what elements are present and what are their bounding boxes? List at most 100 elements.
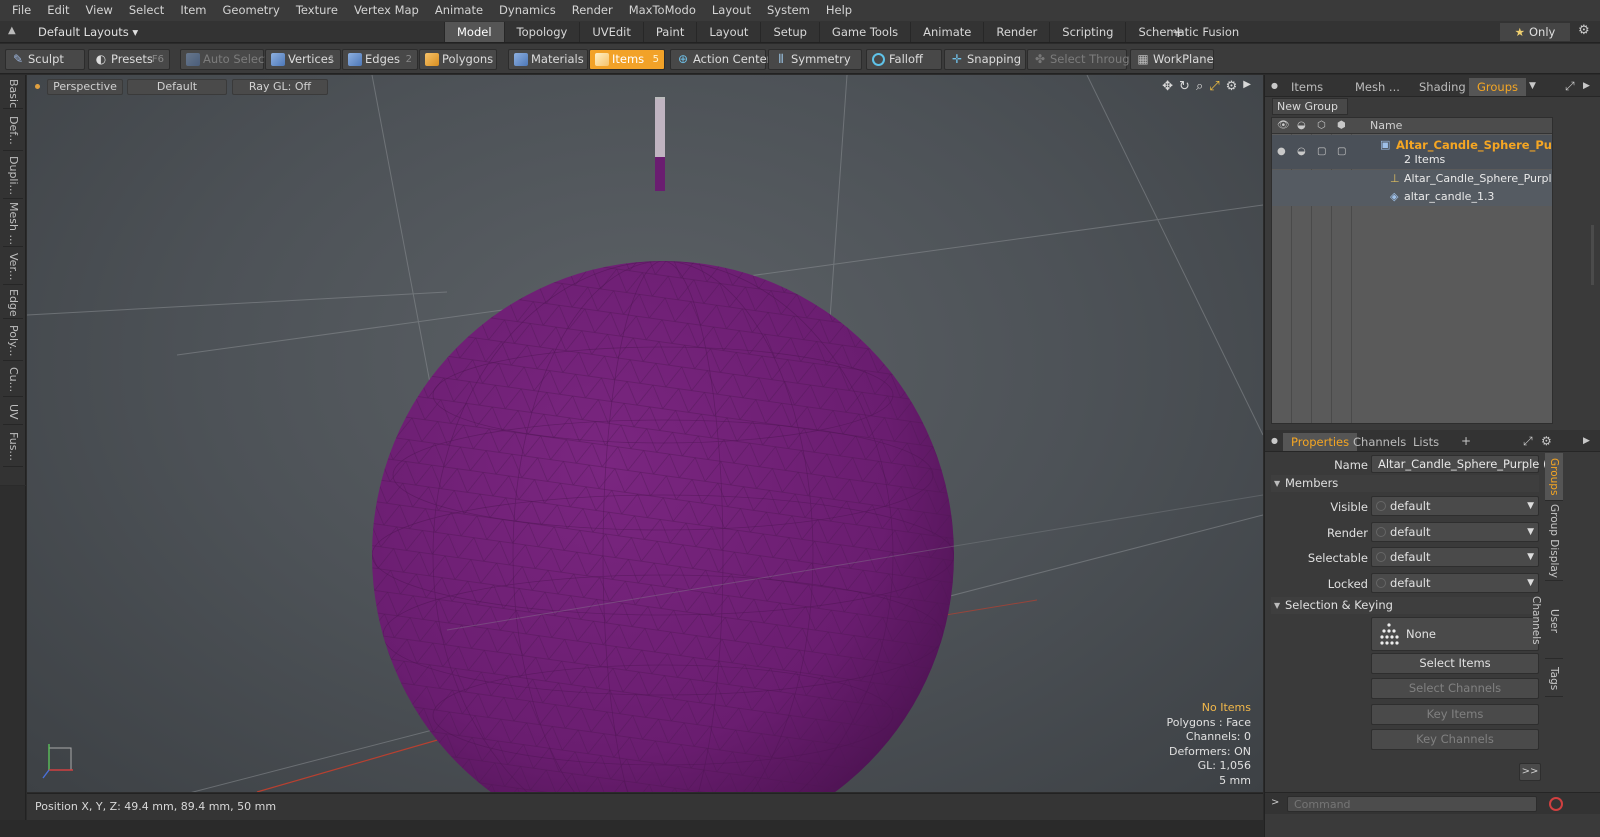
fit-icon[interactable]: ⤢ [1209,79,1219,94]
tab-layout[interactable]: Layout [696,22,760,42]
tab-model[interactable]: Model [444,22,504,42]
props-menu-icon[interactable]: ● [1271,436,1278,445]
zoom-icon[interactable]: ⌕ [1196,79,1203,94]
only-button[interactable]: ★ Only [1500,23,1570,41]
tree-item-mesh[interactable]: ◈ altar_candle_1.3 [1272,188,1552,206]
viewport-options-icon[interactable] [35,84,40,89]
props-gear-icon[interactable]: ⚙ [1541,434,1552,448]
locked-dropdown[interactable]: default ▼ [1371,573,1539,593]
panel-menu-icon[interactable]: ● [1271,81,1278,90]
tab-render[interactable]: Render [983,22,1049,42]
left-tab-duplicate[interactable]: Dupli... [3,153,23,199]
edges-button[interactable]: Edges 2 [342,49,418,70]
menu-select[interactable]: Select [121,0,172,21]
selection-set-none-button[interactable]: None [1371,617,1539,651]
shading-dropdown[interactable]: Default [127,79,227,95]
left-tab-polygon[interactable]: Poly... [3,321,23,361]
polygons-button[interactable]: Polygons [419,49,497,70]
visible-dropdown[interactable]: default ▼ [1371,496,1539,516]
render-column-icon[interactable]: ◒ [1297,120,1306,131]
menu-texture[interactable]: Texture [288,0,346,21]
key-items-button[interactable]: Key Items [1371,704,1539,725]
gear-icon[interactable]: ⚙ [1578,23,1590,38]
menu-vertex-map[interactable]: Vertex Map [346,0,427,21]
left-tab-curve[interactable]: Cu... [3,363,23,397]
menu-item[interactable]: Item [172,0,214,21]
action-center-button[interactable]: ⊕ Action Center [670,49,771,70]
left-tab-vertex[interactable]: Ver... [3,249,23,285]
tab-shading[interactable]: Shading [1411,78,1474,96]
render-dropdown[interactable]: default ▼ [1371,522,1539,542]
presets-button[interactable]: ◐ Presets F6 [88,49,170,70]
select-items-button[interactable]: Select Items [1371,653,1539,674]
menu-help[interactable]: Help [818,0,860,21]
raygl-dropdown[interactable]: Ray GL: Off [232,79,328,95]
left-tab-uv[interactable]: UV [3,399,23,425]
new-group-button[interactable]: New Group [1272,98,1348,115]
tab-game-tools[interactable]: Game Tools [818,22,910,42]
tree-scrollbar[interactable] [1591,225,1594,285]
menu-layout[interactable]: Layout [704,0,759,21]
menu-file[interactable]: File [4,0,39,21]
record-macro-icon[interactable] [1549,797,1563,811]
selectable-dropdown[interactable]: default ▼ [1371,547,1539,567]
tab-paint[interactable]: Paint [642,22,696,42]
more-button[interactable]: >> [1519,763,1541,781]
props-maximize-icon[interactable]: ⤢ [1523,434,1533,449]
view-type-dropdown[interactable]: Perspective [47,79,123,95]
sculpt-button[interactable]: ✎ Sculpt [5,49,85,70]
left-tab-deform[interactable]: Def... [3,111,23,151]
name-column-header[interactable]: Name [1370,119,1402,132]
viewport-expand-icon[interactable]: ▶ [1243,79,1251,94]
menu-edit[interactable]: Edit [39,0,77,21]
side-tab-group-display[interactable]: Group Display [1545,503,1563,581]
members-section[interactable]: ▼ Members [1271,475,1539,492]
left-tab-mesh[interactable]: Mesh ... [3,201,23,247]
falloff-button[interactable]: Falloff [866,49,942,70]
tab-scripting[interactable]: Scripting [1049,22,1125,42]
auto-select-button[interactable]: Auto Select [180,49,269,70]
tab-channels[interactable]: Channels [1345,433,1414,451]
tab-topology[interactable]: Topology [503,22,580,42]
group-lock-icon[interactable]: ▢ [1337,146,1346,157]
tab-schematic-fusion[interactable]: Schematic Fusion [1125,22,1251,42]
add-props-tab-icon[interactable]: + [1461,434,1471,448]
tab-uvedit[interactable]: UVEdit [579,22,643,42]
tabs-dropdown-icon[interactable]: ▼ [1529,81,1536,91]
select-channels-button[interactable]: Select Channels [1371,678,1539,699]
menu-render[interactable]: Render [564,0,621,21]
symmetry-button[interactable]: ⫴ Symmetry [768,49,862,70]
menu-system[interactable]: System [759,0,818,21]
tab-animate[interactable]: Animate [910,22,983,42]
select-column-icon[interactable]: ⬡ [1317,120,1326,131]
menu-dynamics[interactable]: Dynamics [491,0,564,21]
items-button[interactable]: Items 5 [589,49,665,70]
vertices-button[interactable]: Vertices 1 [265,49,341,70]
group-name-field[interactable]: Altar_Candle_Sphere_Purple (3) [1371,455,1559,473]
rotate-icon[interactable]: ↻ [1179,79,1190,94]
tree-item-locator[interactable]: ⊥ Altar_Candle_Sphere_Purple [1272,170,1552,188]
panel-maximize-icon[interactable]: ⤢ [1565,79,1575,94]
add-tab-icon[interactable]: + [1172,22,1185,42]
materials-button[interactable]: Materials [508,49,588,70]
group-row[interactable]: ● ◒ ▢ ▢ ▣ Altar_Candle_Sphere_Pur... 2 I… [1272,135,1552,169]
menu-animate[interactable]: Animate [427,0,491,21]
select-through-button[interactable]: ✤ Select Through [1027,49,1137,70]
menu-geometry[interactable]: Geometry [215,0,288,21]
layout-dropdown[interactable]: Default Layouts ▾ [26,23,150,41]
selection-keying-section[interactable]: ▼ Selection & Keying [1271,597,1539,614]
tab-items[interactable]: Items [1283,78,1331,96]
viewport-gear-icon[interactable]: ⚙ [1226,79,1238,94]
menu-maxtomodo[interactable]: MaxToModo [621,0,704,21]
left-tab-fusion[interactable]: Fus... [3,427,23,467]
menu-view[interactable]: View [78,0,121,21]
group-select-icon[interactable]: ▢ [1317,146,1326,157]
pan-icon[interactable]: ✥ [1162,79,1173,94]
left-tab-basic[interactable]: Basic [3,79,23,109]
group-render-icon[interactable]: ◒ [1297,146,1306,157]
command-input[interactable] [1287,796,1537,812]
3d-viewport[interactable]: Perspective Default Ray GL: Off ✥ ↻ ⌕ ⤢ … [27,75,1263,792]
tab-setup[interactable]: Setup [760,22,818,42]
command-history-icon[interactable]: > [1271,797,1279,808]
side-tab-groups[interactable]: Groups [1545,453,1563,501]
